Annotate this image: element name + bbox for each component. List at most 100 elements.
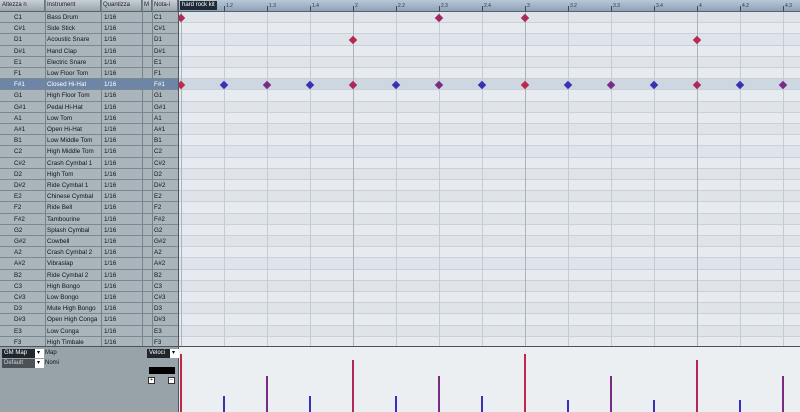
velocity-bar[interactable] (395, 396, 397, 412)
beat-line (396, 11, 397, 346)
drum-pitch: D#2 (14, 182, 26, 189)
drum-output-note: C3 (154, 282, 163, 290)
controller-dropdown-icon[interactable]: ▾ (170, 349, 179, 358)
drum-map-select[interactable]: GM Map (2, 349, 38, 358)
velocity-bar[interactable] (223, 396, 225, 412)
drum-pitch: E1 (14, 58, 22, 66)
grid-row[interactable] (179, 124, 800, 136)
grid-row[interactable] (179, 247, 800, 259)
grid-row[interactable] (179, 79, 800, 91)
ruler-tick-label: 1.3 (269, 3, 276, 9)
grid-row[interactable] (179, 303, 800, 315)
grid-row[interactable] (179, 258, 800, 270)
grid-row[interactable] (179, 90, 800, 102)
velocity-lane[interactable] (179, 347, 800, 412)
velocity-bar[interactable] (610, 376, 612, 412)
drum-instrument-name: Bass Drum (47, 14, 79, 21)
grid-row[interactable] (179, 336, 800, 346)
grid-row[interactable] (179, 281, 800, 292)
col-header-mute[interactable]: M (142, 0, 152, 11)
velocity-bar[interactable] (309, 396, 311, 412)
drum-output-note: C#2 (154, 159, 166, 167)
velocity-bar[interactable] (438, 376, 440, 412)
grid-row[interactable] (179, 202, 800, 214)
drum-quantize: 1/16 (104, 103, 117, 111)
add-lane-icon[interactable]: + (148, 377, 155, 384)
drum-output-note: G1 (154, 92, 163, 100)
grid-row[interactable] (179, 146, 800, 158)
drum-output-note: D#1 (154, 47, 166, 55)
drum-quantize: 1/16 (104, 294, 117, 301)
beat-line (525, 11, 526, 346)
drum-output-note: F3 (154, 338, 162, 346)
drum-instrument-name: Vibraslap (47, 260, 74, 268)
grid-row[interactable] (179, 292, 800, 304)
grid-row[interactable] (179, 57, 800, 68)
grid-row[interactable] (179, 180, 800, 192)
velocity-bar[interactable] (739, 400, 741, 412)
velocity-bar[interactable] (653, 400, 655, 412)
ruler-tick-label: 1.4 (312, 3, 319, 9)
time-ruler[interactable]: 1.2 1.3 1.4 2 2.2 2.3 2.4 3 3.2 3.3 3.4 4 4.2 4.3 har… (179, 0, 800, 12)
drum-output-note: A#2 (154, 260, 166, 268)
drum-quantize: 1/16 (104, 14, 117, 21)
drum-output-note: F#1 (154, 81, 165, 89)
ruler-tick-label: 3.3 (613, 3, 620, 9)
grid-row[interactable] (179, 102, 800, 113)
drum-output-note: C#1 (154, 25, 166, 33)
col-header-pitch[interactable]: Altezza n (0, 0, 45, 11)
drum-instrument-name: High Middle Tom (47, 148, 94, 156)
grid-row[interactable] (179, 23, 800, 35)
grid-row[interactable] (179, 224, 800, 236)
grid-row[interactable] (179, 214, 800, 225)
grid-row[interactable] (179, 169, 800, 180)
grid-row[interactable] (179, 236, 800, 248)
velocity-bar[interactable] (180, 354, 182, 412)
drum-quantize: 1/16 (104, 238, 117, 245)
ruler-tick (439, 6, 440, 11)
note-grid[interactable]: 1.2 1.3 1.4 2 2.2 2.3 2.4 3 3.2 3.3 3.4 4 4.2 4.3 har… (179, 0, 800, 346)
grid-row[interactable] (179, 191, 800, 203)
grid-row[interactable] (179, 12, 800, 24)
velocity-bar[interactable] (782, 376, 784, 412)
drum-pitch: G#1 (14, 103, 26, 111)
grid-row[interactable] (179, 112, 800, 124)
velocity-bar[interactable] (524, 354, 526, 412)
grid-row[interactable] (179, 269, 800, 281)
drum-pitch: G2 (14, 226, 23, 234)
grid-row[interactable] (179, 326, 800, 337)
drum-pitch: B2 (14, 271, 22, 279)
drum-pitch: C1 (14, 14, 23, 21)
col-header-note[interactable]: Nota-i (152, 0, 178, 11)
grid-row[interactable] (179, 157, 800, 169)
column-separator (152, 0, 153, 346)
velocity-bar[interactable] (352, 360, 354, 412)
velocity-bar[interactable] (567, 400, 569, 412)
grid-row[interactable] (179, 68, 800, 80)
grid-row[interactable] (179, 45, 800, 57)
drum-instrument-name: High Timbale (47, 338, 84, 346)
ruler-tick-label: 4 (699, 3, 702, 9)
col-header-quantize[interactable]: Quantizza (101, 0, 142, 11)
grid-row[interactable] (179, 135, 800, 147)
drum-instrument-name: Crash Cymbal 2 (47, 249, 93, 257)
velocity-bar[interactable] (481, 396, 483, 412)
velocity-bar[interactable] (266, 376, 268, 412)
grid-row[interactable] (179, 314, 800, 326)
drum-instrument-name: Ride Bell (47, 204, 73, 212)
remove-lane-icon[interactable]: − (168, 377, 175, 384)
names-select[interactable]: Default (2, 359, 38, 368)
drum-instrument-name: Electric Snare (47, 58, 87, 66)
ruler-tick (611, 6, 612, 11)
drum-output-note: A1 (154, 114, 162, 122)
col-header-instrument[interactable]: Instrument (45, 0, 101, 11)
drum-pitch: E2 (14, 193, 22, 201)
grid-row[interactable] (179, 34, 800, 46)
beat-line (181, 11, 182, 346)
drum-output-note: E2 (154, 193, 162, 201)
drum-map-label: Map (45, 350, 57, 356)
beat-line (697, 11, 698, 346)
velocity-bar[interactable] (696, 360, 698, 412)
ruler-tick (568, 6, 569, 11)
beat-line (439, 11, 440, 346)
